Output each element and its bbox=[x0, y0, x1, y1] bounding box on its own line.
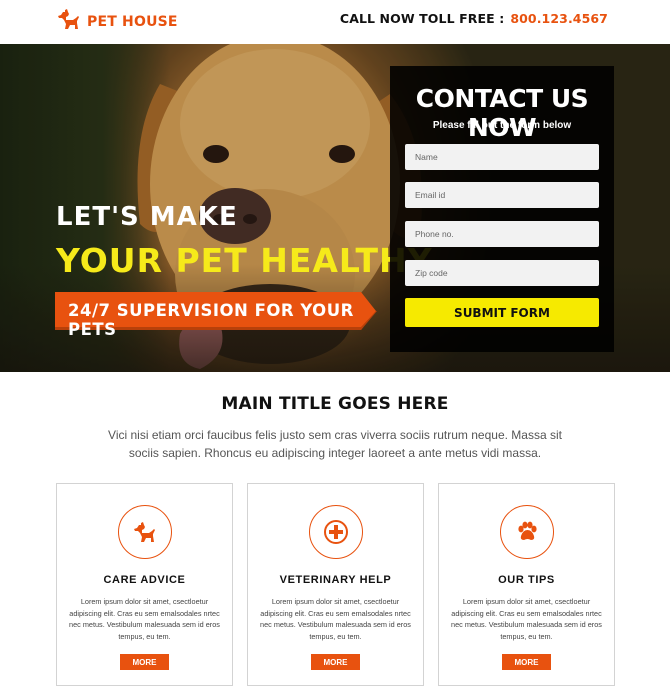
supervision-text: 24/7 SUPERVISION FOR YOUR PETS bbox=[68, 301, 354, 339]
dog-logo-icon bbox=[56, 7, 82, 36]
submit-form-button[interactable]: SUBMIT FORM bbox=[405, 298, 599, 327]
hero-headline-1: LET'S MAKE bbox=[56, 202, 238, 232]
form-subtitle: Please fill out the form below bbox=[432, 120, 572, 131]
site-header: PET HOUSE CALL NOW TOLL FREE : 800.123.45… bbox=[0, 0, 670, 44]
medical-cross-icon bbox=[309, 505, 363, 559]
call-now: CALL NOW TOLL FREE : 800.123.4567 bbox=[340, 11, 608, 26]
more-button[interactable]: MORE bbox=[311, 654, 360, 670]
card-text: Lorem ipsum dolor sit amet, csectloetur … bbox=[69, 597, 220, 641]
name-field[interactable] bbox=[405, 144, 599, 170]
phone-number[interactable]: 800.123.4567 bbox=[510, 11, 608, 26]
supervision-ribbon: 24/7 SUPERVISION FOR YOUR PETS bbox=[55, 292, 377, 339]
zip-field[interactable] bbox=[405, 260, 599, 286]
card-title: VETERINARY HELP bbox=[279, 574, 392, 586]
call-label: CALL NOW TOLL FREE : bbox=[339, 11, 505, 26]
main-title: MAIN TITLE GOES HERE bbox=[221, 394, 449, 414]
main-description: Vici nisi etiam orci faucibus felis just… bbox=[108, 428, 562, 460]
card-text: Lorem ipsum dolor sit amet, csectloetur … bbox=[260, 597, 411, 641]
brand-name: PET HOUSE bbox=[87, 13, 178, 30]
phone-field[interactable] bbox=[405, 221, 599, 247]
form-title: CONTACT US NOW bbox=[415, 84, 589, 142]
hero-headline-2: YOUR PET HEALTHY bbox=[56, 241, 433, 280]
email-field[interactable] bbox=[405, 182, 599, 208]
card-care-advice: CARE ADVICE Lorem ipsum dolor sit amet, … bbox=[56, 483, 233, 686]
more-button[interactable]: MORE bbox=[502, 654, 551, 670]
card-veterinary-help: VETERINARY HELP Lorem ipsum dolor sit am… bbox=[247, 483, 424, 686]
paw-icon bbox=[500, 505, 554, 559]
card-title: OUR TIPS bbox=[498, 574, 555, 586]
card-text: Lorem ipsum dolor sit amet, csectloetur … bbox=[451, 597, 602, 641]
card-title: CARE ADVICE bbox=[103, 574, 186, 586]
more-button[interactable]: MORE bbox=[120, 654, 169, 670]
brand-logo[interactable]: PET HOUSE bbox=[56, 7, 178, 36]
contact-form: CONTACT US NOW Please fill out the form … bbox=[390, 66, 614, 352]
dog-icon bbox=[118, 505, 172, 559]
card-our-tips: OUR TIPS Lorem ipsum dolor sit amet, cse… bbox=[438, 483, 615, 686]
